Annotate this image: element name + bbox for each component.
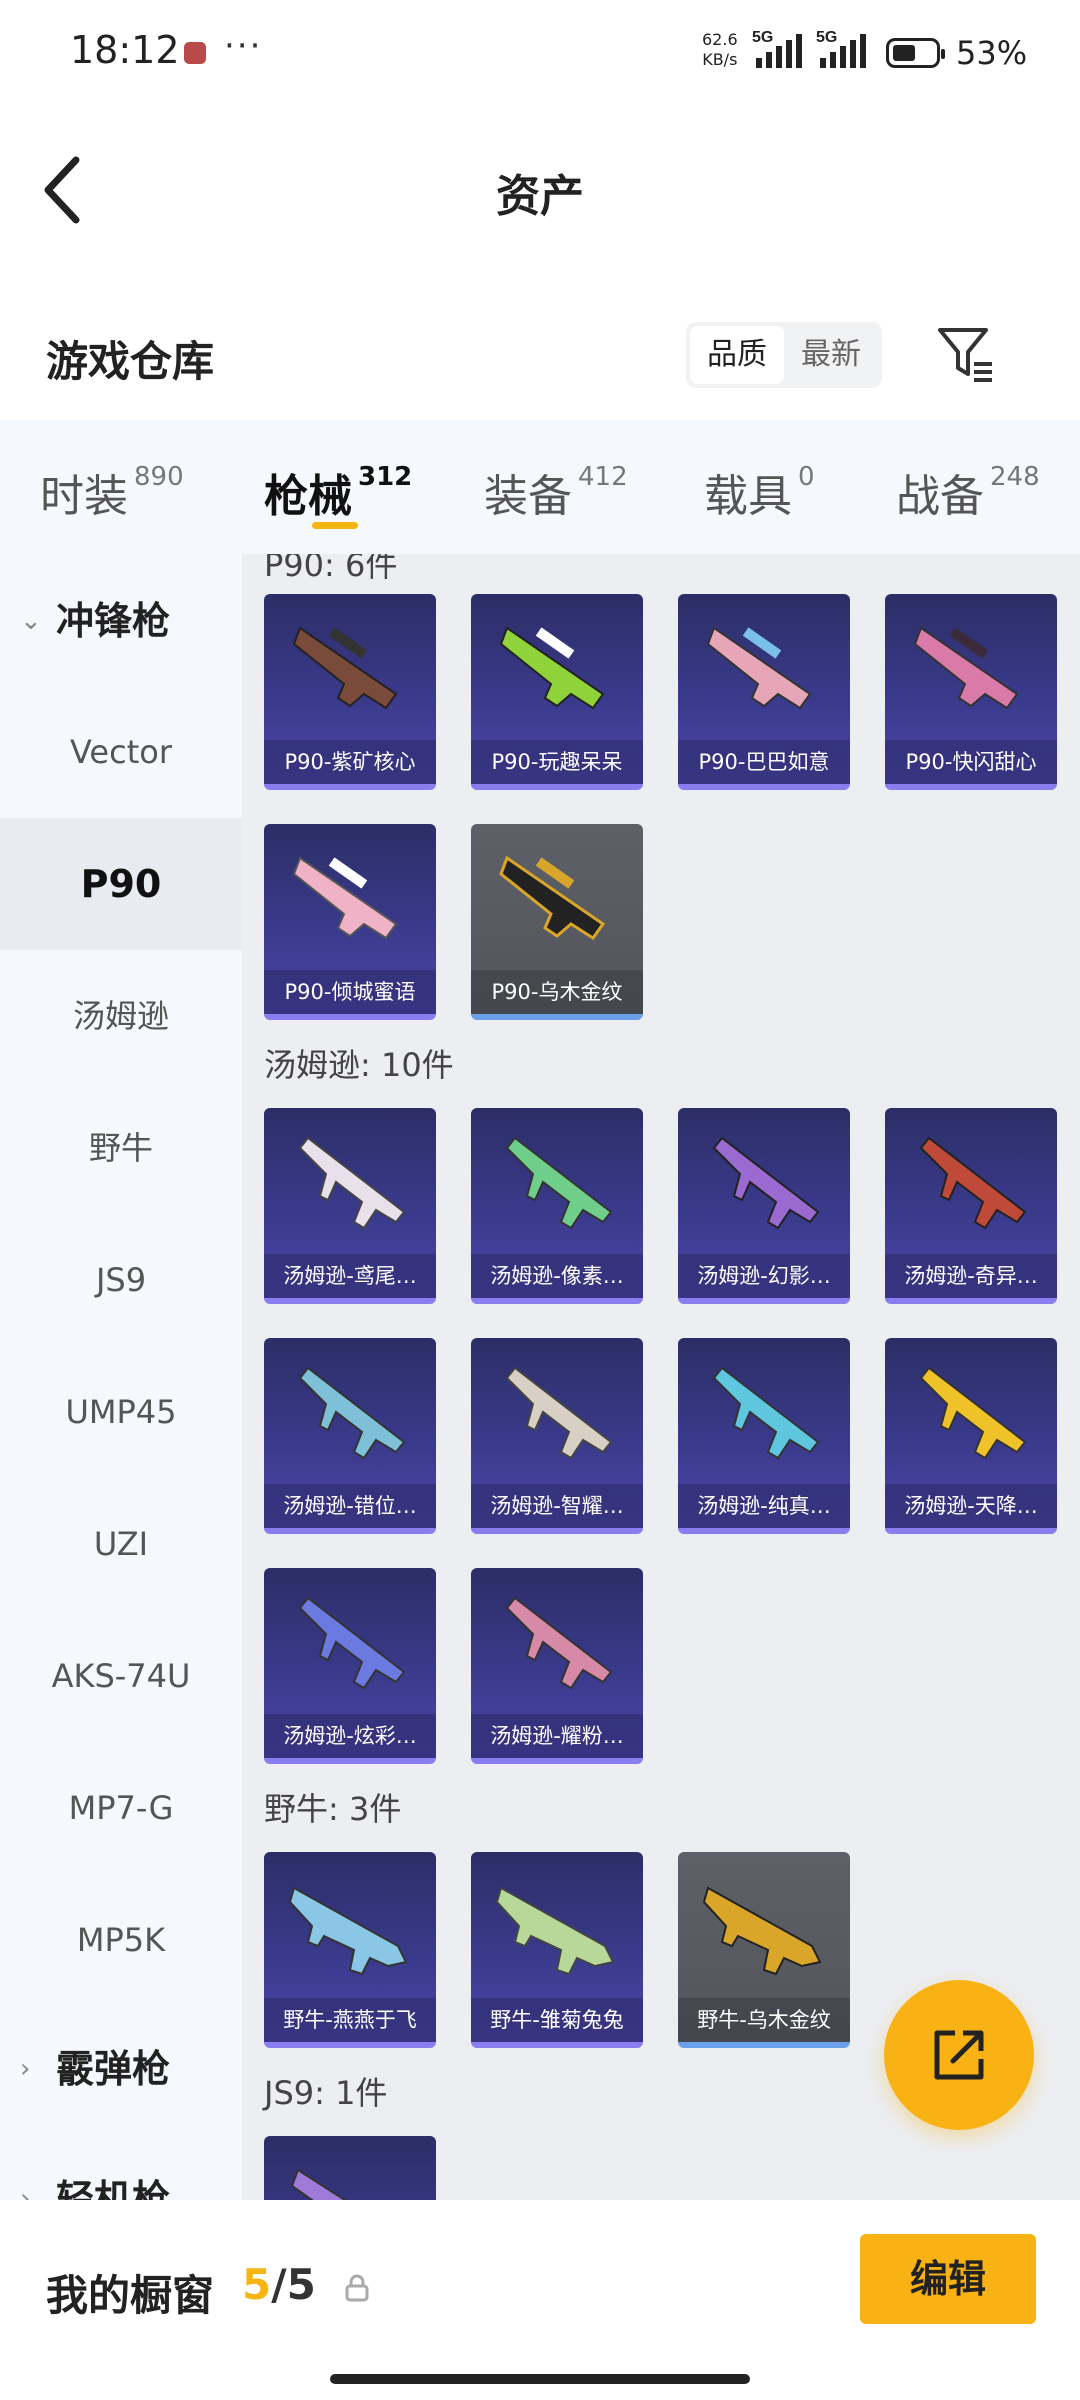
weapon-card[interactable]: 野牛-雏菊兔兔 <box>471 1852 643 2048</box>
thompson-skin-icon <box>298 1366 406 1460</box>
sidebar-item-ump45[interactable]: UMP45 <box>0 1346 242 1478</box>
warehouse-title: 游戏仓库 <box>46 337 215 386</box>
sidebar-item-thompson[interactable]: 汤姆逊 <box>0 950 242 1082</box>
showcase-count: 5/5 <box>242 2260 316 2309</box>
signal-5g-icon-1: 5G <box>752 29 802 68</box>
sidebar-item-mp5k[interactable]: MP5K <box>0 1874 242 2006</box>
app-header: 资产 <box>0 110 1080 270</box>
weapon-card[interactable]: P90-快闪甜心 <box>885 594 1057 790</box>
svg-text:5G: 5G <box>816 29 837 46</box>
thompson-skin-icon <box>712 1366 820 1460</box>
weapon-card[interactable]: 汤姆逊-天降… <box>885 1338 1057 1534</box>
thompson-skin-icon <box>712 1136 820 1230</box>
thompson-skin-icon <box>505 1596 613 1690</box>
weapon-card[interactable]: 汤姆逊-耀粉… <box>471 1568 643 1764</box>
weapon-card[interactable]: P90-巴巴如意 <box>678 594 850 790</box>
section-title-p90: P90: 6件 <box>264 554 398 584</box>
battery-percent: 53% <box>956 34 1028 72</box>
weapon-card[interactable]: 汤姆逊-错位… <box>264 1338 436 1534</box>
sidebar-group-shotgun[interactable]: › 霰弹枪 <box>0 2014 242 2124</box>
tab-fashion[interactable]: 时装 890 <box>40 460 184 524</box>
sidebar-item-aks74u[interactable]: AKS-74U <box>0 1610 242 1742</box>
bizon-skin-icon <box>288 1886 408 1976</box>
js9-skin-icon <box>290 2168 347 2200</box>
p90-skin-icon <box>706 626 812 710</box>
weapon-card[interactable]: 汤姆逊-幻影… <box>678 1108 850 1304</box>
warehouse-header: 游戏仓库 品质 最新 <box>0 300 1080 420</box>
section-title-thompson: 汤姆逊: 10件 <box>264 1046 454 1084</box>
tab-firearms[interactable]: 枪械 312 <box>264 460 412 524</box>
weapon-card[interactable]: 汤姆逊-炫彩… <box>264 1568 436 1764</box>
sidebar-group-lmg[interactable]: › 轻机枪 <box>0 2144 242 2200</box>
active-tab-indicator <box>312 522 358 529</box>
weapon-card[interactable]: 野牛-燕燕于飞 <box>264 1852 436 2048</box>
signal-5g-icon-2: 5G <box>816 29 866 68</box>
category-tabs: 时装 890 枪械 312 装备 412 载具 0 战备 248 <box>0 420 1080 554</box>
status-time: 18:12 <box>70 28 180 72</box>
page-title: 资产 <box>496 171 584 222</box>
section-title-js9: JS9: 1件 <box>264 2074 388 2112</box>
chevron-right-icon: › <box>20 2054 31 2084</box>
weapon-card[interactable]: 汤姆逊-鸢尾… <box>264 1108 436 1304</box>
weapon-card[interactable]: P90-玩趣呆呆 <box>471 594 643 790</box>
showcase-label: 我的橱窗 <box>46 2271 215 2320</box>
sidebar-item-vector[interactable]: Vector <box>0 686 242 818</box>
p90-skin-icon <box>499 855 606 941</box>
weapon-card[interactable]: P90-紫矿核心 <box>264 594 436 790</box>
sidebar-group-smg[interactable]: ⌄ 冲锋枪 <box>0 566 242 676</box>
status-bar: 18:12 ··· 62.6 KB/s 5G 5G 53% <box>0 0 1080 110</box>
weapon-card[interactable]: 汤姆逊-像素… <box>471 1108 643 1304</box>
tab-vehicles[interactable]: 载具 0 <box>704 460 815 524</box>
sidebar-item-bizon[interactable]: 野牛 <box>0 1082 242 1214</box>
showcase-bar: 我的橱窗 5/5 编辑 <box>0 2200 1080 2400</box>
weapon-sidebar: ⌄ 冲锋枪 Vector P90 汤姆逊 野牛 JS9 UMP45 UZI AK… <box>0 554 242 2200</box>
weapon-grid: P90: 6件 P90-紫矿核心 P90-玩趣呆呆 P90-巴巴如意 P90-快… <box>242 554 1080 2200</box>
home-indicator[interactable] <box>330 2374 750 2384</box>
bizon-skin-icon <box>702 1886 822 1976</box>
p90-skin-icon <box>913 626 1019 710</box>
sidebar-item-p90[interactable]: P90 <box>0 818 242 950</box>
weapon-card[interactable]: 汤姆逊-奇异… <box>885 1108 1057 1304</box>
thompson-skin-icon <box>919 1366 1027 1460</box>
p90-skin-icon <box>292 626 398 710</box>
thompson-skin-icon <box>505 1366 613 1460</box>
chevron-down-icon: ⌄ <box>20 606 42 636</box>
weapon-card[interactable]: 汤姆逊-纯真… <box>678 1338 850 1534</box>
more-notifications-icon: ··· <box>224 26 263 66</box>
thompson-skin-icon <box>298 1136 406 1230</box>
p90-skin-icon <box>292 856 398 940</box>
lock-icon <box>345 2274 369 2302</box>
chevron-right-icon: › <box>20 2184 31 2200</box>
filter-icon[interactable] <box>936 324 996 384</box>
edit-button[interactable]: 编辑 <box>860 2234 1036 2324</box>
sidebar-item-mp7g[interactable]: MP7-G <box>0 1742 242 1874</box>
weapon-card[interactable]: P90-乌木金纹 <box>471 824 643 1020</box>
bizon-skin-icon <box>495 1886 615 1976</box>
notification-app-icon <box>184 42 206 64</box>
weapon-card[interactable] <box>264 2136 436 2200</box>
network-speed: 62.6 KB/s <box>702 30 738 69</box>
tab-equipment[interactable]: 装备 412 <box>484 460 628 524</box>
sort-option-quality[interactable]: 品质 <box>690 326 784 384</box>
sidebar-item-uzi[interactable]: UZI <box>0 1478 242 1610</box>
p90-skin-icon <box>499 626 605 710</box>
thompson-skin-icon <box>298 1596 406 1690</box>
weapon-card[interactable]: P90-倾城蜜语 <box>264 824 436 1020</box>
sort-toggle: 品质 最新 <box>686 322 882 388</box>
share-fab-button[interactable] <box>884 1980 1034 2130</box>
thompson-skin-icon <box>505 1136 613 1230</box>
thompson-skin-icon <box>919 1136 1027 1230</box>
sidebar-item-js9[interactable]: JS9 <box>0 1214 242 1346</box>
svg-text:5G: 5G <box>752 29 773 46</box>
weapon-card[interactable]: 汤姆逊-智耀… <box>471 1338 643 1534</box>
weapon-card[interactable]: 野牛-乌木金纹 <box>678 1852 850 2048</box>
sort-option-newest[interactable]: 最新 <box>784 326 878 384</box>
tab-supplies[interactable]: 战备 248 <box>896 460 1040 524</box>
battery-icon <box>886 38 945 68</box>
section-title-bizon: 野牛: 3件 <box>264 1790 402 1828</box>
external-link-icon <box>934 2030 984 2080</box>
